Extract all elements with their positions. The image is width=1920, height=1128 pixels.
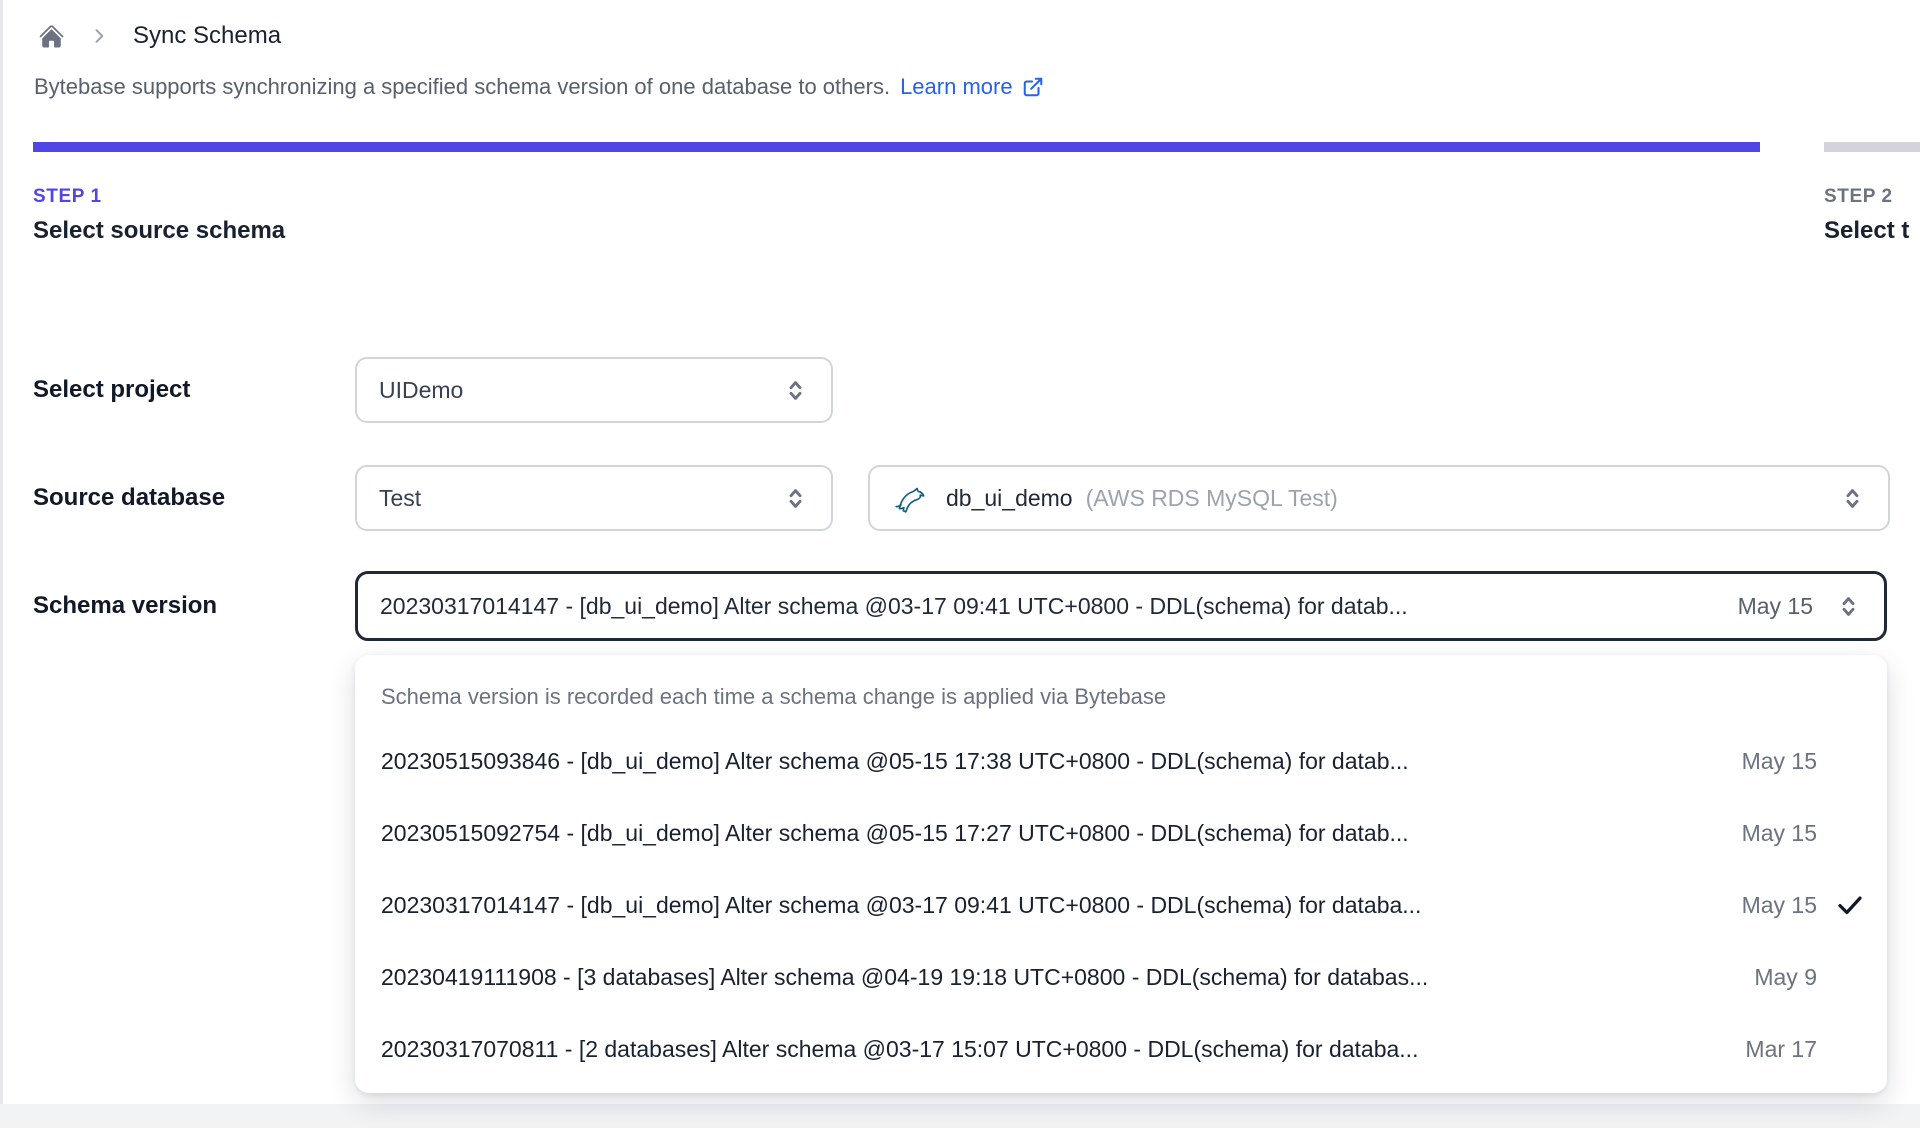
option-text: 20230317014147 - [db_ui_demo] Alter sche… bbox=[381, 891, 1422, 918]
breadcrumb: Sync Schema bbox=[38, 16, 281, 56]
chevron-updown-icon bbox=[782, 485, 809, 512]
learn-more-link[interactable]: Learn more bbox=[900, 74, 1044, 100]
chevron-updown-icon bbox=[1835, 593, 1862, 620]
option-text: 20230515093846 - [db_ui_demo] Alter sche… bbox=[381, 747, 1409, 774]
option-date: May 9 bbox=[1754, 963, 1817, 990]
option-text: 20230515092754 - [db_ui_demo] Alter sche… bbox=[381, 819, 1409, 846]
option-date: May 15 bbox=[1741, 819, 1817, 846]
step1-title: Select source schema bbox=[33, 217, 286, 244]
home-icon[interactable] bbox=[38, 23, 65, 50]
step2-progress-bar bbox=[1824, 142, 1920, 152]
database-select[interactable]: db_ui_demo (AWS RDS MySQL Test) bbox=[868, 465, 1890, 531]
external-link-icon bbox=[1023, 77, 1042, 97]
schema-version-option-2[interactable]: 20230515092754 - [db_ui_demo] Alter sche… bbox=[355, 797, 1887, 869]
source-database-label: Source database bbox=[33, 484, 226, 511]
project-select-value: UIDemo bbox=[379, 376, 464, 403]
step1-header: STEP 1 Select source schema bbox=[33, 186, 285, 245]
intro-text: Bytebase supports synchronizing a specif… bbox=[34, 74, 1044, 100]
step1-label: STEP 1 bbox=[33, 186, 102, 207]
chevron-updown-icon bbox=[782, 377, 809, 404]
environment-select-value: Test bbox=[379, 484, 422, 511]
schema-version-select-date: May 15 bbox=[1737, 592, 1813, 619]
option-date: Mar 17 bbox=[1745, 1035, 1817, 1062]
learn-more-label: Learn more bbox=[900, 74, 1013, 99]
schema-version-option-4[interactable]: 20230419111908 - [3 databases] Alter sch… bbox=[355, 941, 1887, 1013]
schema-version-option-5[interactable]: 20230317070811 - [2 databases] Alter sch… bbox=[355, 1013, 1887, 1085]
option-text: 20230317070811 - [2 databases] Alter sch… bbox=[381, 1035, 1419, 1062]
chevron-right-icon bbox=[89, 26, 109, 46]
checkmark-icon bbox=[1838, 896, 1862, 915]
option-text: 20230419111908 - [3 databases] Alter sch… bbox=[381, 963, 1429, 990]
database-select-detail: (AWS RDS MySQL Test) bbox=[1085, 484, 1338, 511]
schema-version-select[interactable]: 20230317014147 - [db_ui_demo] Alter sche… bbox=[355, 571, 1887, 641]
mysql-icon bbox=[892, 479, 930, 517]
option-date: May 15 bbox=[1741, 891, 1817, 918]
step1-progress-bar bbox=[33, 142, 1760, 152]
schema-version-dropdown: Schema version is recorded each time a s… bbox=[355, 655, 1887, 1093]
select-project-label: Select project bbox=[33, 376, 191, 403]
database-select-value: db_ui_demo bbox=[946, 484, 1073, 511]
check-slot bbox=[1817, 890, 1865, 920]
option-date: May 15 bbox=[1741, 747, 1817, 774]
sync-schema-page: Sync Schema Bytebase supports synchroniz… bbox=[0, 0, 1920, 1128]
step2-label: STEP 2 bbox=[1824, 186, 1893, 207]
step2-header: STEP 2 Select t bbox=[1824, 186, 1920, 245]
schema-version-option-1[interactable]: 20230515093846 - [db_ui_demo] Alter sche… bbox=[355, 725, 1887, 797]
chevron-updown-icon bbox=[1839, 485, 1866, 512]
page-bottom-strip bbox=[0, 1104, 1920, 1128]
project-select[interactable]: UIDemo bbox=[355, 357, 833, 423]
dropdown-hint: Schema version is recorded each time a s… bbox=[381, 684, 1167, 709]
environment-select[interactable]: Test bbox=[355, 465, 833, 531]
left-edge-divider bbox=[0, 0, 3, 1128]
intro-description: Bytebase supports synchronizing a specif… bbox=[34, 74, 891, 99]
step2-title: Select t bbox=[1824, 217, 1910, 244]
schema-version-select-value: 20230317014147 - [db_ui_demo] Alter sche… bbox=[380, 592, 1408, 619]
schema-version-label: Schema version bbox=[33, 592, 218, 619]
page-title: Sync Schema bbox=[133, 22, 282, 49]
schema-version-option-3-selected[interactable]: 20230317014147 - [db_ui_demo] Alter sche… bbox=[355, 869, 1887, 941]
